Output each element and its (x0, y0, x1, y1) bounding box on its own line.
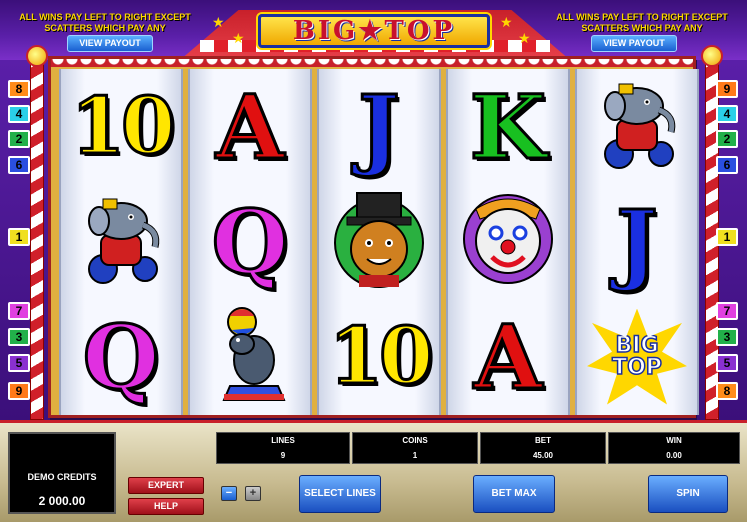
seal-icon (202, 304, 298, 409)
payline-marker-left[interactable]: 5 (8, 354, 30, 372)
lion-icon (329, 189, 429, 294)
frame-scallop (51, 59, 693, 67)
scatter-text: BIG (615, 332, 660, 358)
rules-text-right: ALL WINS PAY LEFT TO RIGHT EXCEPT SCATTE… (556, 12, 728, 33)
symbol-10: 10 (327, 310, 435, 402)
reel-symbol (448, 184, 568, 299)
view-payout-button-right[interactable]: VIEW PAYOUT (591, 35, 677, 52)
reel-4: KA (446, 69, 570, 415)
help-button[interactable]: HELP (128, 498, 204, 515)
decrease-button[interactable]: − (221, 486, 237, 501)
elephant-icon (589, 76, 685, 177)
reel-2: AQ (188, 69, 312, 415)
lines-label: LINES (271, 436, 295, 445)
logo-text: BIG★TOP (292, 16, 456, 46)
symbol-j: J (357, 74, 402, 179)
reel-symbol: Q (61, 299, 181, 414)
bet-max-button[interactable]: BET MAX (473, 475, 555, 513)
credits-label: DEMO CREDITS (27, 472, 97, 482)
reel-3: J 10 (317, 69, 441, 415)
payline-marker-left[interactable]: 2 (8, 130, 30, 148)
coins-display: COINS 1 (352, 432, 478, 464)
spin-button[interactable]: SPIN (648, 475, 728, 513)
bet-value: 45.00 (532, 451, 554, 460)
tent-pole-left (30, 55, 44, 420)
payline-marker-right[interactable]: 6 (716, 156, 738, 174)
coins-label: COINS (402, 436, 428, 445)
payline-marker-left[interactable]: 9 (8, 382, 30, 400)
win-value: 0.00 (666, 451, 682, 460)
bet-label: BET (535, 436, 551, 445)
star-icon: ★ (500, 14, 513, 30)
coins-value: 1 (412, 451, 418, 460)
pole-star-icon (701, 45, 723, 67)
payline-marker-right[interactable]: 2 (716, 130, 738, 148)
symbol-q: Q (81, 304, 161, 409)
reel-symbol: J (319, 69, 439, 184)
star-icon: ★ (212, 14, 225, 30)
lines-display: LINES 9 (216, 432, 350, 464)
lines-value: 9 (280, 451, 286, 460)
payline-marker-right[interactable]: 1 (716, 228, 738, 246)
win-display: WIN 0.00 (608, 432, 740, 464)
payline-marker-left[interactable]: 3 (8, 328, 30, 346)
payline-marker-right[interactable]: 5 (716, 354, 738, 372)
payline-marker-right[interactable]: 8 (716, 382, 738, 400)
reel-symbol: BIG TOP (577, 299, 697, 414)
reel-symbol (61, 184, 181, 299)
win-label: WIN (666, 436, 682, 445)
select-lines-button[interactable]: SELECT LINES (299, 475, 381, 513)
game-logo: BIG★TOP (258, 14, 490, 48)
reel-symbol: 10 (61, 69, 181, 184)
view-payout-button-left[interactable]: VIEW PAYOUT (67, 35, 153, 52)
symbol-a: A (214, 74, 285, 179)
increase-button[interactable]: + (245, 486, 261, 501)
payline-marker-left[interactable]: 1 (8, 228, 30, 246)
reel-symbol: A (190, 69, 310, 184)
pole-star-icon (26, 45, 48, 67)
payline-marker-right[interactable]: 4 (716, 105, 738, 123)
payline-marker-right[interactable]: 7 (716, 302, 738, 320)
reel-symbol: Q (190, 184, 310, 299)
reel-symbol (319, 184, 439, 299)
symbol-10: 10 (69, 80, 177, 172)
bet-display: BET 45.00 (480, 432, 606, 464)
star-icon: ★ (232, 30, 245, 46)
elephant-icon (73, 191, 169, 292)
symbol-j: J (615, 189, 660, 294)
payline-marker-left[interactable]: 7 (8, 302, 30, 320)
star-icon: ★ (518, 30, 531, 46)
credits-display: DEMO CREDITS 2 000.00 (8, 432, 116, 514)
reel-symbol: 10 (319, 299, 439, 414)
reel-frame: 10 Q A Q J 10 K A J BIG TOP (48, 56, 699, 418)
credits-value: 2 000.00 (38, 494, 86, 508)
reel-symbol: A (448, 299, 568, 414)
reel-symbol: J (577, 184, 697, 299)
expert-button[interactable]: EXPERT (128, 477, 204, 494)
payline-marker-right[interactable]: 9 (716, 80, 738, 98)
scatter-symbol: BIG TOP (587, 308, 687, 405)
symbol-k: K (468, 74, 548, 179)
clown-icon (456, 189, 560, 294)
reel-symbol (577, 69, 697, 184)
rules-text-left: ALL WINS PAY LEFT TO RIGHT EXCEPT SCATTE… (19, 12, 191, 33)
reel-symbol: K (448, 69, 568, 184)
payline-marker-left[interactable]: 8 (8, 80, 30, 98)
reel-symbol (190, 299, 310, 414)
payline-marker-left[interactable]: 6 (8, 156, 30, 174)
payline-marker-left[interactable]: 4 (8, 105, 30, 123)
reel-1: 10 Q (59, 69, 183, 415)
payline-marker-right[interactable]: 3 (716, 328, 738, 346)
symbol-q: Q (210, 189, 290, 294)
reel-5: J BIG TOP (575, 69, 699, 415)
symbol-a: A (472, 304, 543, 409)
scatter-text: TOP (611, 354, 662, 380)
